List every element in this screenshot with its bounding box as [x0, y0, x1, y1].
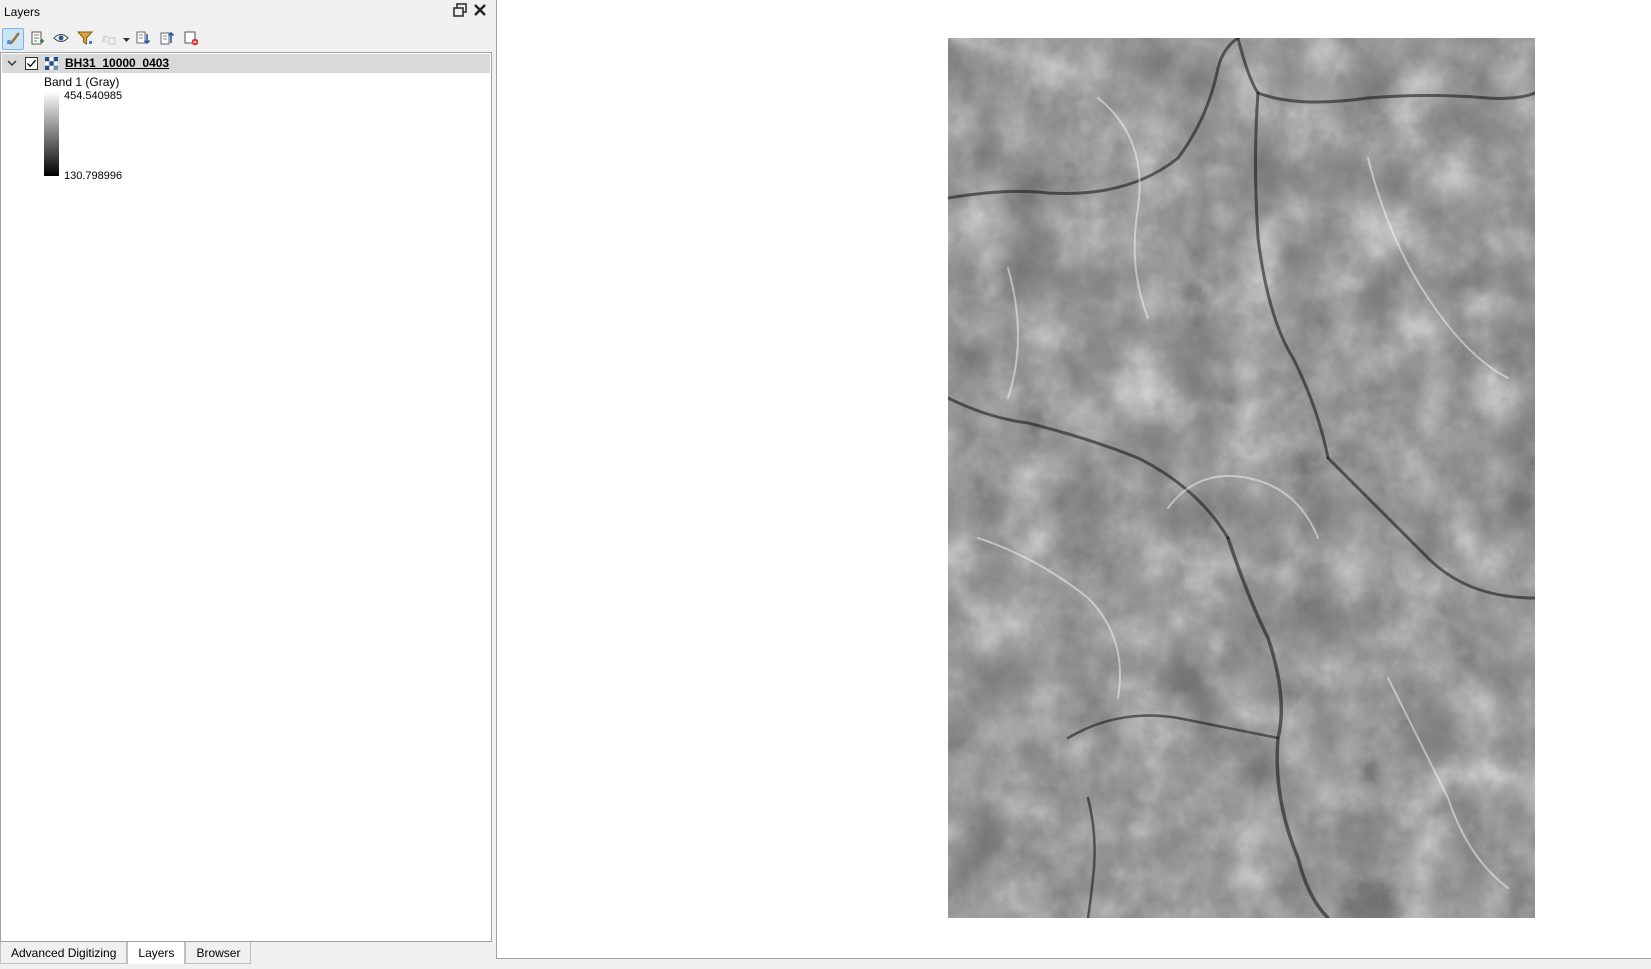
eye-icon	[53, 30, 69, 49]
chevron-down-icon	[122, 32, 130, 46]
panel-title: Layers	[4, 5, 41, 19]
raster-layer-icon	[44, 56, 59, 71]
tab-layers[interactable]: Layers	[127, 942, 186, 964]
filter-icon	[76, 30, 94, 49]
collapse-all-button[interactable]	[156, 28, 178, 50]
filter-expression-dropdown[interactable]	[122, 28, 130, 50]
remove-layer-icon	[183, 30, 199, 49]
layers-panel-titlebar: Layers	[0, 0, 494, 24]
gray-color-ramp	[44, 91, 59, 176]
undock-button[interactable]	[452, 2, 468, 20]
close-icon	[473, 3, 487, 20]
layer-tree: BH31_10000_0403 Band 1 (Gray) 454.540985…	[0, 52, 492, 942]
expand-all-button[interactable]	[132, 28, 154, 50]
collapse-all-icon	[159, 30, 175, 49]
remove-layer-button[interactable]	[180, 28, 202, 50]
layer-row[interactable]: BH31_10000_0403	[2, 54, 490, 73]
svg-text:ε: ε	[102, 32, 108, 45]
filter-legend-button[interactable]	[74, 28, 96, 50]
expand-all-icon	[135, 30, 151, 49]
filter-expression-button[interactable]: ε	[98, 28, 120, 50]
close-panel-button[interactable]	[472, 3, 488, 19]
add-group-icon	[29, 30, 45, 49]
layer-visibility-checkbox[interactable]	[25, 57, 38, 70]
filter-expression-icon: ε	[101, 30, 117, 49]
dem-raster-image	[948, 38, 1535, 918]
layers-panel: Layers ε BH31_10000_0403 Band 1 (Gray) 4…	[0, 0, 494, 969]
add-group-button[interactable]	[26, 28, 48, 50]
layers-toolbar: ε	[0, 26, 494, 52]
style-manager-button[interactable]	[2, 28, 24, 50]
band-label: Band 1 (Gray)	[44, 75, 120, 89]
tab-browser[interactable]: Browser	[185, 942, 252, 964]
ramp-max-value: 454.540985	[64, 90, 123, 102]
manage-visibility-button[interactable]	[50, 28, 72, 50]
ramp-min-value: 130.798996	[64, 170, 123, 182]
layer-name[interactable]: BH31_10000_0403	[65, 56, 169, 70]
tab-advanced-digitizing[interactable]: Advanced Digitizing	[0, 942, 128, 964]
map-canvas[interactable]	[496, 0, 1651, 959]
chevron-down-icon[interactable]	[6, 57, 18, 69]
dock-tabs: Advanced Digitizing Layers Browser	[0, 942, 252, 964]
paintbrush-icon	[5, 30, 21, 49]
float-window-icon	[453, 2, 467, 20]
